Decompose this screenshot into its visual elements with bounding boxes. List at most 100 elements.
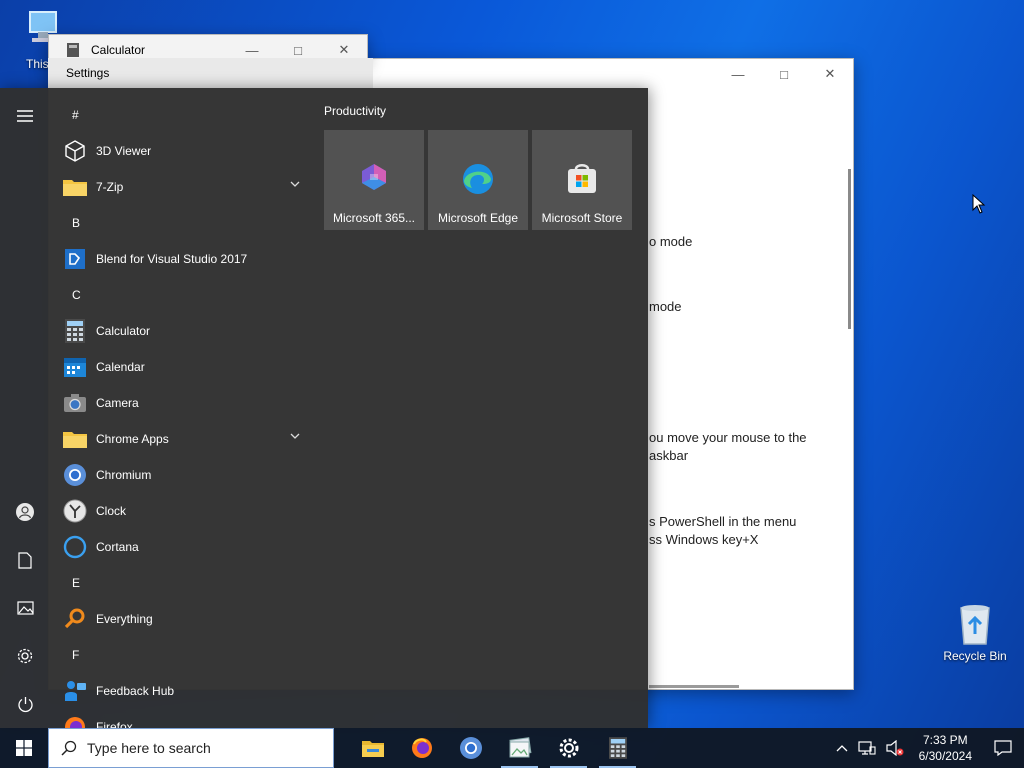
system-tray: 7:33 PM 6/30/2024 xyxy=(831,728,1024,768)
taskbar-settings[interactable] xyxy=(544,728,593,768)
user-icon xyxy=(16,503,34,521)
app-list[interactable]: # 3D Viewer 7-Zip B Blend for Visual Stu… xyxy=(50,88,312,728)
app-item-firefox[interactable]: Firefox xyxy=(50,709,312,728)
tile-microsoft-edge[interactable]: Microsoft Edge xyxy=(428,130,528,230)
window-title: Calculator xyxy=(91,43,146,57)
taskbar-file-explorer[interactable] xyxy=(348,728,397,768)
edge-icon xyxy=(463,164,493,194)
calculator-icon xyxy=(65,319,85,343)
app-label: Cortana xyxy=(96,540,139,554)
app-item-chrome-apps[interactable]: Chrome Apps xyxy=(50,421,312,457)
settings-text-3: ou move your mouse to the xyxy=(649,430,807,445)
app-item-camera[interactable]: Camera xyxy=(50,385,312,421)
firefox-icon xyxy=(65,717,85,728)
settings-text-1: o mode xyxy=(649,234,693,249)
documents-button[interactable] xyxy=(0,538,50,582)
show-hidden-icons-button[interactable] xyxy=(831,728,853,768)
gear-icon xyxy=(17,648,33,664)
tile-label: Microsoft 365... xyxy=(332,211,416,225)
calendar-icon xyxy=(64,358,86,377)
app-label: Calculator xyxy=(96,324,151,338)
clock[interactable]: 7:33 PM 6/30/2024 xyxy=(909,732,982,764)
window-title: Settings xyxy=(66,66,110,80)
tile-row: Microsoft 365... Microsoft Edge Microsof… xyxy=(324,130,632,230)
maximize-icon[interactable]: □ xyxy=(761,59,807,89)
close-icon[interactable]: ✕ xyxy=(807,59,853,89)
app-label: Clock xyxy=(96,504,127,518)
calculator-icon xyxy=(67,43,79,57)
app-item-cortana[interactable]: Cortana xyxy=(50,529,312,565)
pictures-button[interactable] xyxy=(0,586,50,630)
group-letter[interactable]: # xyxy=(50,97,312,133)
app-item-feedback-hub[interactable]: Feedback Hub xyxy=(50,673,312,709)
group-letter[interactable]: F xyxy=(50,637,312,673)
tile-microsoft-365[interactable]: Microsoft 365... xyxy=(324,130,424,230)
photos-icon xyxy=(508,737,531,758)
volume-muted-icon xyxy=(886,740,904,756)
app-item-calculator[interactable]: Calculator xyxy=(50,313,312,349)
volume-tray-button[interactable] xyxy=(881,728,909,768)
taskbar-chromium[interactable] xyxy=(446,728,495,768)
blend-icon xyxy=(65,249,85,269)
settings-title-strip[interactable]: Settings xyxy=(48,58,373,88)
taskbar-calculator[interactable] xyxy=(593,728,642,768)
search-icon xyxy=(61,740,77,756)
settings-scrollbar[interactable] xyxy=(848,169,851,329)
file-explorer-icon xyxy=(361,741,384,757)
feedback-icon xyxy=(65,681,86,701)
hamburger-icon xyxy=(17,110,33,122)
group-letter[interactable]: C xyxy=(50,277,312,313)
settings-text-2: mode xyxy=(649,299,682,314)
taskbar-search-box[interactable] xyxy=(48,728,334,768)
app-label: 7-Zip xyxy=(96,180,124,194)
app-item-clock[interactable]: Clock xyxy=(50,493,312,529)
search-input[interactable] xyxy=(87,740,317,756)
expand-menu-button[interactable] xyxy=(0,94,50,138)
clock-time: 7:33 PM xyxy=(922,733,968,747)
search-magnifier-icon xyxy=(64,608,85,629)
tile-group-title[interactable]: Productivity xyxy=(324,104,632,118)
app-item-7-zip[interactable]: 7-Zip xyxy=(50,169,312,205)
settings-button[interactable] xyxy=(0,634,50,678)
taskbar-firefox[interactable] xyxy=(397,728,446,768)
chevron-down-icon[interactable] xyxy=(290,433,300,439)
start-button[interactable] xyxy=(0,728,48,768)
tiles-area: Productivity Microsoft 365... Microsoft … xyxy=(324,104,632,230)
chevron-up-icon xyxy=(836,745,848,752)
chromium-icon xyxy=(459,737,482,759)
app-label: Calendar xyxy=(96,360,145,374)
chevron-down-icon[interactable] xyxy=(290,181,300,187)
tile-label: Microsoft Store xyxy=(541,211,623,225)
user-account-button[interactable] xyxy=(0,490,50,534)
app-item-chromium[interactable]: Chromium xyxy=(50,457,312,493)
app-label: Everything xyxy=(96,612,153,626)
desktop-icon-recycle-bin[interactable]: Recycle Bin xyxy=(940,602,1010,663)
power-button[interactable] xyxy=(0,682,50,726)
app-item-blend[interactable]: Blend for Visual Studio 2017 xyxy=(50,241,312,277)
settings-gear-icon xyxy=(559,738,578,758)
start-rail xyxy=(0,88,50,728)
recycle-bin-icon xyxy=(960,605,990,645)
network-tray-button[interactable] xyxy=(853,728,881,768)
cortana-icon xyxy=(63,535,87,559)
group-letter[interactable]: E xyxy=(50,565,312,601)
app-label: Chrome Apps xyxy=(96,432,169,446)
app-label: Feedback Hub xyxy=(96,684,175,698)
minimize-icon[interactable]: — xyxy=(715,59,761,89)
app-label: Chromium xyxy=(96,468,152,482)
desktop-icon-label: Recycle Bin xyxy=(943,649,1007,663)
settings-text-5: s PowerShell in the menu xyxy=(649,514,797,529)
power-icon xyxy=(17,696,33,712)
settings-text-4: askbar xyxy=(649,448,689,463)
app-item-3d-viewer[interactable]: 3D Viewer xyxy=(50,133,312,169)
settings-hscrollbar[interactable] xyxy=(649,685,739,688)
app-item-everything[interactable]: Everything xyxy=(50,601,312,637)
action-center-button[interactable] xyxy=(982,728,1024,768)
app-item-calendar[interactable]: Calendar xyxy=(50,349,312,385)
group-letter[interactable]: B xyxy=(50,205,312,241)
taskbar-photos[interactable] xyxy=(495,728,544,768)
network-icon xyxy=(858,741,876,755)
document-icon xyxy=(18,551,32,569)
tile-microsoft-store[interactable]: Microsoft Store xyxy=(532,130,632,230)
firefox-icon xyxy=(411,738,432,758)
